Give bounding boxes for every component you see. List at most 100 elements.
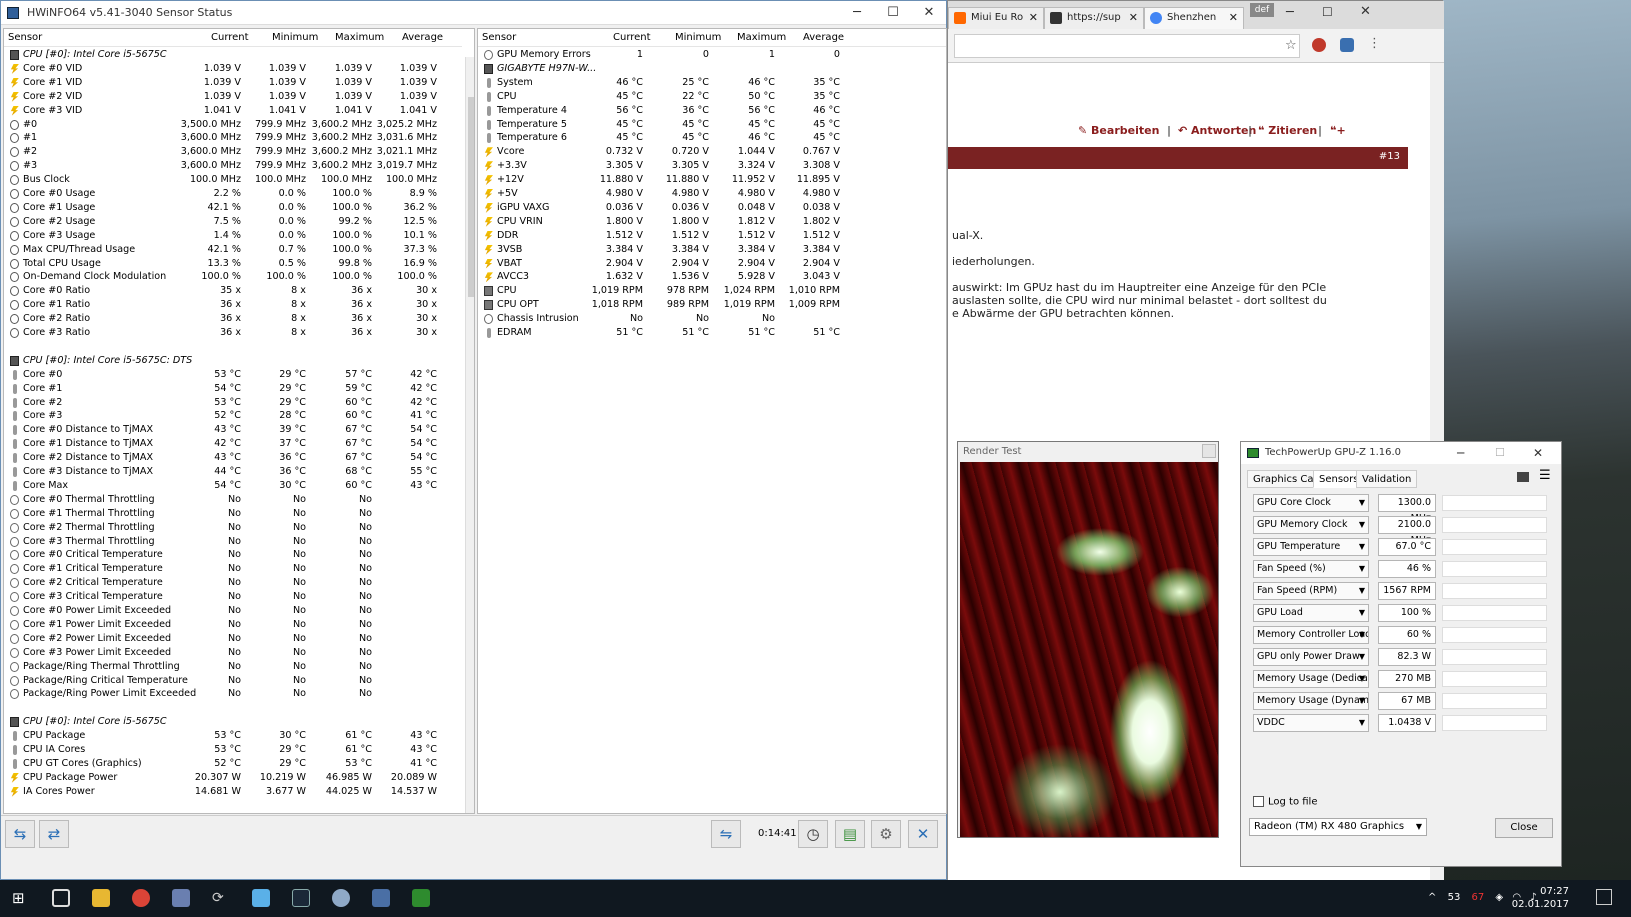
expand-icon[interactable]: ⇆ — [5, 820, 35, 848]
collapse-icon[interactable]: ⇄ — [39, 820, 69, 848]
log-icon[interactable]: ▤ — [835, 820, 865, 848]
col-current[interactable]: Current — [613, 29, 651, 47]
sensor-group[interactable]: CPU [#0]: Intel Core i5-5675C: DTS — [4, 354, 462, 368]
sensor-row[interactable]: Core #1 Thermal Throttling No No No — [4, 507, 462, 521]
sensor-row[interactable]: Core #3 Usage 1.4 % 0.0 % 100.0 % 10.1 % — [4, 229, 462, 243]
app-icon[interactable]: ⟳ — [212, 889, 230, 907]
post-number[interactable]: #13 — [1379, 151, 1400, 162]
sensor-group[interactable]: CPU [#0]: Intel Core i5-5675C — [4, 715, 462, 729]
close-window-icon[interactable]: ✕ — [1533, 442, 1543, 464]
sensor-row[interactable]: Package/Ring Critical Temperature No No No — [4, 674, 462, 688]
sensor-row[interactable]: CPU 45 °C 22 °C 50 °C 35 °C — [478, 90, 946, 104]
maximize-icon[interactable]: ☐ — [875, 1, 911, 25]
sensor-row[interactable]: Core #2 Critical Temperature No No No — [4, 576, 462, 590]
sensor-row[interactable]: Core #1 Power Limit Exceeded No No No — [4, 618, 462, 632]
sensor-row[interactable]: Max CPU/Thread Usage 42.1 % 0.7 % 100.0 % 37… — [4, 243, 462, 257]
tray-gpu-temp[interactable]: 67 — [1472, 892, 1485, 903]
minimize-icon[interactable]: ─ — [1457, 442, 1464, 464]
sensor-row[interactable]: #3 3,600.0 MHz 799.9 MHz 3,600.2 MHz 3,019.7… — [4, 159, 462, 173]
close-tab-icon[interactable]: ✕ — [1229, 8, 1238, 28]
sensor-group[interactable]: GIGABYTE H97N-W... — [478, 62, 946, 76]
col-average[interactable]: Average — [803, 29, 844, 47]
sensor-row[interactable]: CPU Package 53 °C 30 °C 61 °C 43 °C — [4, 729, 462, 743]
sensor-row[interactable]: Temperature 6 45 °C 45 °C 46 °C 45 °C — [478, 131, 946, 145]
network-icon[interactable]: ⇋ — [711, 820, 741, 848]
sensor-row[interactable]: Core #1 Usage 42.1 % 0.0 % 100.0 % 36.2 % — [4, 201, 462, 215]
sensor-row[interactable]: Temperature 5 45 °C 45 °C 45 °C 45 °C — [478, 118, 946, 132]
sensor-row[interactable]: Core #1 Ratio 36 x 8 x 36 x 30 x — [4, 298, 462, 312]
col-minimum[interactable]: Minimum — [675, 29, 721, 47]
sensor-row[interactable]: Core #2 Ratio 36 x 8 x 36 x 30 x — [4, 312, 462, 326]
sensor-row[interactable]: GPU Memory Errors 1 0 1 0 — [478, 48, 946, 62]
profile-badge[interactable]: def — [1250, 3, 1274, 17]
sensor-row[interactable]: CPU Package Power 20.307 W 10.219 W 46.985 … — [4, 771, 462, 785]
bookmark-star-icon[interactable]: ☆ — [1285, 38, 1297, 53]
minimize-icon[interactable]: ─ — [839, 1, 875, 25]
sensor-row[interactable]: Core #0 Critical Temperature No No No — [4, 548, 462, 562]
sensor-row[interactable]: Total CPU Usage 13.3 % 0.5 % 99.8 % 16.9 % — [4, 257, 462, 271]
close-icon[interactable]: ✕ — [908, 820, 938, 848]
quote-button[interactable]: ❝ Zitieren — [1258, 124, 1317, 137]
sensor-row[interactable]: Core #0 Ratio 35 x 8 x 36 x 30 x — [4, 284, 462, 298]
sensor-row[interactable]: Core #2 VID 1.039 V 1.039 V 1.039 V 1.039 V — [4, 90, 462, 104]
file-explorer-icon[interactable] — [92, 889, 110, 907]
close-tab-icon[interactable]: ✕ — [1029, 8, 1038, 28]
sensor-row[interactable]: +3.3V 3.305 V 3.305 V 3.324 V 3.308 V — [478, 159, 946, 173]
sensor-row[interactable]: CPU 1,019 RPM 978 RPM 1,024 RPM 1,010 RPM — [478, 284, 946, 298]
sensor-row[interactable]: Core #0 VID 1.039 V 1.039 V 1.039 V 1.039 V — [4, 62, 462, 76]
sensor-select[interactable]: GPU Memory Clock ▼ — [1253, 516, 1369, 534]
sensor-row[interactable]: Core #0 53 °C 29 °C 57 °C 42 °C — [4, 368, 462, 382]
col-current[interactable]: Current — [211, 29, 249, 47]
sensor-row[interactable]: Core #0 Distance to TjMAX 43 °C 39 °C 67 °C… — [4, 423, 462, 437]
discord-icon[interactable] — [172, 889, 190, 907]
edit-button[interactable]: ✎ Bearbeiten — [1078, 124, 1159, 137]
sensor-row[interactable]: CPU OPT 1,018 RPM 989 RPM 1,019 RPM 1,009 RP… — [478, 298, 946, 312]
sensor-row[interactable]: Vcore 0.732 V 0.720 V 1.044 V 0.767 V — [478, 145, 946, 159]
sensor-select[interactable]: Fan Speed (RPM) ▼ — [1253, 582, 1369, 600]
sensor-row[interactable]: #1 3,600.0 MHz 799.9 MHz 3,600.2 MHz 3,031.6… — [4, 131, 462, 145]
sensor-select[interactable]: GPU Temperature ▼ — [1253, 538, 1369, 556]
col-minimum[interactable]: Minimum — [272, 29, 318, 47]
sensor-row[interactable]: Core #2 Power Limit Exceeded No No No — [4, 632, 462, 646]
col-maximum[interactable]: Maximum — [335, 29, 384, 47]
menu-icon[interactable]: ☰ — [1539, 468, 1551, 483]
chrome-icon[interactable] — [132, 889, 150, 907]
sensor-row[interactable]: CPU VRIN 1.800 V 1.800 V 1.812 V 1.802 V — [478, 215, 946, 229]
clock[interactable]: 07:27 02.01.2017 — [1512, 885, 1569, 911]
maximize-icon[interactable]: ☐ — [1322, 5, 1333, 19]
sensor-row[interactable]: Core #2 Thermal Throttling No No No — [4, 521, 462, 535]
notification-icon[interactable] — [1596, 889, 1612, 905]
sensor-row[interactable]: EDRAM 51 °C 51 °C 51 °C 51 °C — [478, 326, 946, 340]
close-button[interactable]: Close — [1495, 818, 1553, 838]
close-icon[interactable] — [1202, 444, 1216, 458]
col-maximum[interactable]: Maximum — [737, 29, 786, 47]
sensor-row[interactable]: +5V 4.980 V 4.980 V 4.980 V 4.980 V — [478, 187, 946, 201]
sensor-row[interactable]: Core #1 Critical Temperature No No No — [4, 562, 462, 576]
sensor-row[interactable]: Core #3 Ratio 36 x 8 x 36 x 30 x — [4, 326, 462, 340]
steam-icon[interactable] — [292, 889, 310, 907]
tab-validation[interactable]: Validation — [1356, 470, 1418, 488]
sensor-row[interactable]: Core #0 Thermal Throttling No No No — [4, 493, 462, 507]
gpuz-taskbar-icon[interactable] — [412, 889, 430, 907]
sensor-row[interactable]: Core Max 54 °C 30 °C 60 °C 43 °C — [4, 479, 462, 493]
sensor-row[interactable]: Package/Ring Thermal Throttling No No No — [4, 660, 462, 674]
menu-dots-icon[interactable]: ⋮ — [1368, 36, 1381, 51]
sensor-row[interactable]: Core #3 52 °C 28 °C 60 °C 41 °C — [4, 409, 462, 423]
minimize-icon[interactable]: ─ — [1286, 5, 1294, 20]
extension-icon[interactable] — [1340, 38, 1354, 52]
sensor-row[interactable]: Core #2 53 °C 29 °C 60 °C 42 °C — [4, 396, 462, 410]
sensor-select[interactable]: Memory Controller Load ▼ — [1253, 626, 1369, 644]
chevron-up-icon[interactable]: ^ — [1428, 892, 1436, 903]
tray-cpu-temp[interactable]: 53 — [1448, 892, 1461, 903]
sensor-row[interactable]: Package/Ring Power Limit Exceeded No No No — [4, 687, 462, 701]
network-icon[interactable]: ◈ — [1495, 892, 1503, 903]
close-window-icon[interactable]: ✕ — [1360, 4, 1371, 19]
task-view-icon[interactable] — [52, 889, 70, 907]
reply-button[interactable]: ↶ Antworten — [1178, 124, 1256, 137]
sensor-select[interactable]: GPU only Power Draw ▼ — [1253, 648, 1369, 666]
checkbox[interactable] — [1253, 796, 1264, 807]
sensor-row[interactable]: Core #3 Power Limit Exceeded No No No — [4, 646, 462, 660]
browser-tab-0[interactable]: Miui Eu Ro ✕ — [948, 7, 1044, 29]
list-scrollbar[interactable] — [465, 57, 474, 813]
sensor-row[interactable]: Temperature 4 56 °C 36 °C 56 °C 46 °C — [478, 104, 946, 118]
